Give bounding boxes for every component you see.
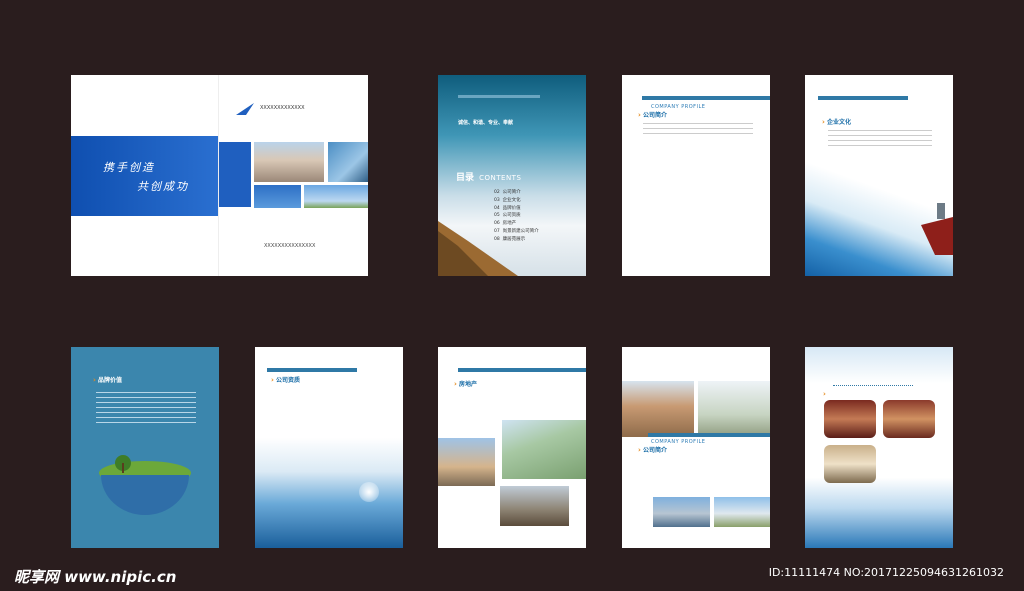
qualification-page: › 公司资质: [255, 347, 403, 548]
cover-blue-block: [219, 142, 251, 207]
toc-page: 诚信、和谐、专业、奉献 目录 CONTENTS 02 公司简介 03 企业文化 …: [438, 75, 586, 276]
culture-text-block: [828, 130, 932, 150]
showcase-photo-dining: [883, 400, 935, 438]
toc-top-bar: [458, 95, 540, 98]
mountain-image: [438, 221, 518, 276]
toc-item[interactable]: 02 公司简介: [494, 189, 539, 197]
chevron-right-icon: ›: [93, 376, 96, 384]
realestate-page: › 房地产: [438, 347, 586, 548]
cover-photo-sky: [254, 185, 301, 208]
profile-text-block: [643, 123, 753, 137]
toc-title-cn: 目录: [456, 173, 475, 183]
qualification-top-bar: [267, 368, 357, 372]
qualification-heading-cn: 公司资质: [275, 377, 300, 384]
sun-glare: [359, 482, 379, 502]
showcase-heading: ›: [823, 381, 826, 400]
image-id-watermark: ID:11111474 NO:20171225094631261032: [768, 566, 1004, 579]
cover-photo-office: [328, 142, 368, 182]
showcase-dotted-line: [833, 385, 913, 386]
cover-bottom-text: XXXXXXXXXXXXXXX: [264, 243, 316, 249]
chevron-right-icon: ›: [638, 111, 641, 119]
cover-blue-band: [71, 136, 218, 216]
brand-text-block: [96, 392, 196, 427]
brand-page: › 品牌价值: [71, 347, 219, 548]
profile-heading: COMPANY PROFILE › 公司简介: [638, 104, 705, 119]
profile-heading-cn: 公司简介: [642, 112, 667, 119]
chevron-right-icon: ›: [271, 376, 274, 384]
chevron-right-icon: ›: [638, 446, 641, 454]
cover-slogan-1: 携手创造: [103, 161, 155, 174]
cover-logo-text: XXXXXXXXXXXXX: [260, 105, 305, 111]
profile2-photo-roofs: [714, 497, 770, 527]
cover-slogan-2: 共创成功: [137, 180, 189, 193]
profile2-photo-streetlights: [698, 381, 770, 437]
realestate-top-bar: [458, 368, 586, 372]
brand-heading: › 品牌价值: [93, 375, 122, 384]
profile-top-bar: [642, 96, 770, 100]
profile2-page: COMPANY PROFILE › 公司简介: [622, 347, 770, 548]
qualification-heading: › 公司资质: [271, 375, 300, 384]
showcase-page: ›: [805, 347, 953, 548]
earth-globe-image: [99, 455, 191, 515]
profile2-photo-solar: [653, 497, 710, 527]
brand-heading-cn: 品牌价值: [97, 377, 122, 384]
toc-item[interactable]: 04 品牌价值: [494, 205, 539, 213]
showcase-photo-lounge: [824, 445, 876, 483]
cover-photo-field: [304, 185, 368, 208]
logo-icon: [236, 103, 254, 115]
ship-image: [921, 203, 953, 255]
chevron-right-icon: ›: [454, 380, 457, 388]
toc-item[interactable]: 05 公司资质: [494, 212, 539, 220]
toc-title: 目录 CONTENTS: [456, 165, 521, 184]
culture-heading-cn: 企业文化: [826, 119, 851, 126]
toc-item[interactable]: 03 企业文化: [494, 197, 539, 205]
profile-page: COMPANY PROFILE › 公司简介: [622, 75, 770, 276]
toc-title-en: CONTENTS: [479, 174, 522, 182]
toc-motto: 诚信、和谐、专业、奉献: [458, 120, 514, 126]
profile2-heading-cn: 公司简介: [642, 447, 667, 454]
realestate-heading: › 房地产: [454, 379, 477, 388]
chevron-right-icon: ›: [822, 118, 825, 126]
realestate-photo-street: [500, 486, 569, 526]
cover-spread: 携手创造 共创成功 XXXXXXXXXXXXX XXXXXXXXXXXXXXX: [71, 75, 368, 276]
chevron-right-icon: ›: [823, 390, 826, 398]
cover-photo-building: [254, 142, 324, 182]
profile2-photo-houses: [622, 381, 694, 437]
nipic-logo-watermark: 昵享网 www.nipic.cn: [14, 568, 177, 586]
realestate-heading-cn: 房地产: [458, 381, 477, 388]
realestate-photo-aerial: [502, 420, 586, 479]
culture-top-bar: [818, 96, 908, 100]
realestate-photo-towers: [438, 438, 495, 486]
profile2-heading: COMPANY PROFILE › 公司简介: [638, 439, 705, 454]
culture-page: › 企业文化: [805, 75, 953, 276]
profile2-bar: [648, 433, 770, 437]
showcase-photo-hall: [824, 400, 876, 438]
culture-heading: › 企业文化: [822, 117, 851, 126]
